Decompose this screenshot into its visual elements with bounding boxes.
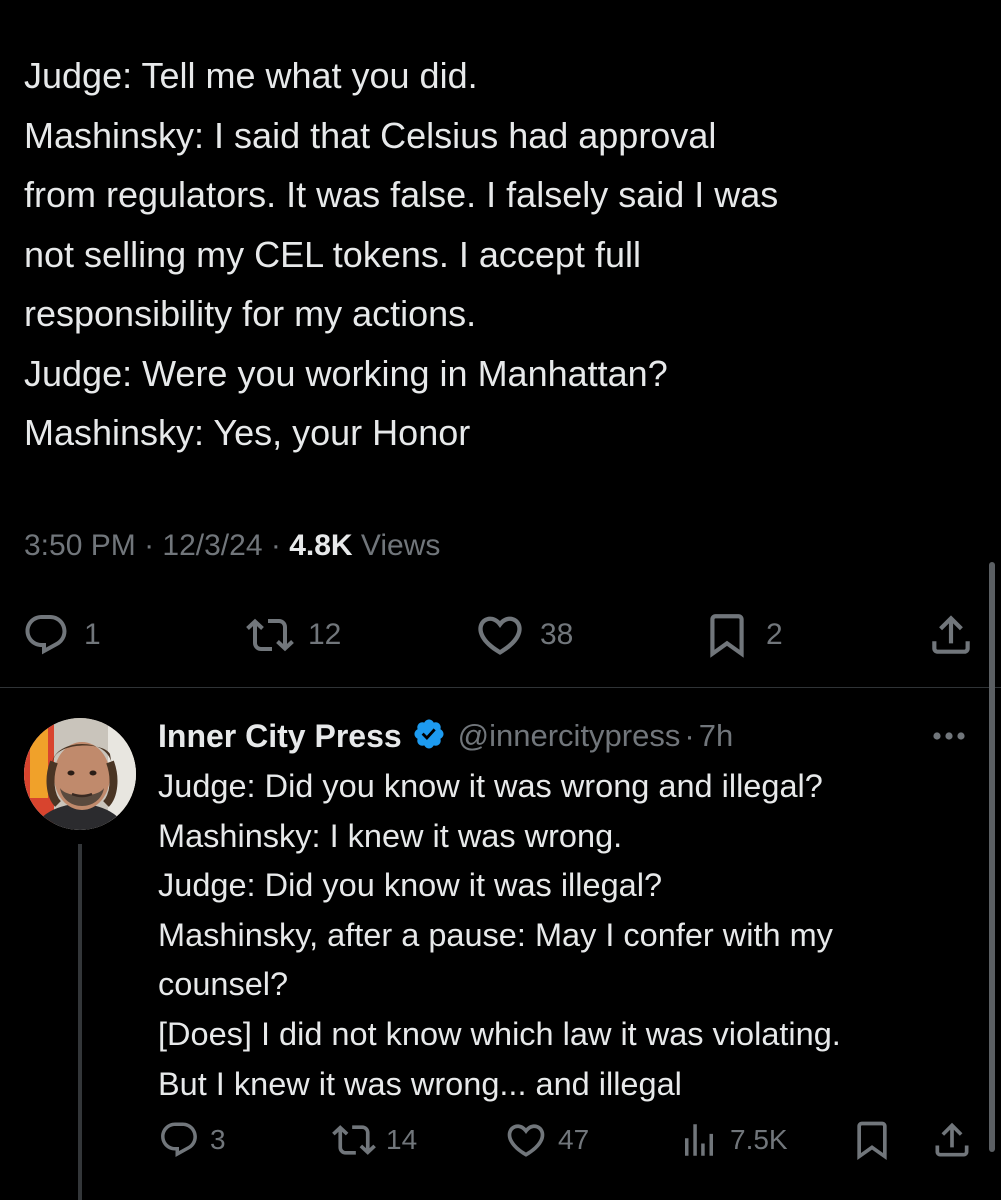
like-button[interactable]: 47 bbox=[504, 1118, 589, 1162]
reply-action-bar: 3 14 47 7.5K bbox=[0, 1118, 1001, 1162]
main-tweet-text-line: Judge: Were you working in Manhattan? bbox=[24, 352, 668, 394]
main-tweet-text: Judge: Tell me what you did. Mashinsky: … bbox=[24, 46, 974, 463]
reply-tweet-text-line: Judge: Did you know it was wrong and ill… bbox=[158, 768, 823, 804]
speech-bubble-icon bbox=[158, 1119, 200, 1161]
reply-tweet-text-line: [Does] I did not know which law it was v… bbox=[158, 1015, 841, 1052]
reply-tweet-text: Judge: Did you know it was wrong and ill… bbox=[158, 762, 988, 1109]
like-button[interactable]: 38 bbox=[474, 610, 573, 660]
tweet-meta: 3:50 PM · 12/3/24 · 4.8K Views bbox=[24, 526, 440, 566]
views-count: 4.8K bbox=[289, 529, 353, 562]
share-button[interactable] bbox=[926, 610, 976, 660]
repost-arrows-icon bbox=[246, 611, 294, 659]
reply-tweet-text-line: Mashinsky: I knew it was wrong. bbox=[158, 817, 623, 854]
share-upload-icon bbox=[926, 610, 976, 660]
reply-count: 1 bbox=[84, 618, 101, 651]
handle[interactable]: @innercitypress bbox=[458, 718, 681, 754]
repost-count: 12 bbox=[308, 618, 342, 651]
bookmark-icon bbox=[702, 610, 752, 660]
bookmark-count: 2 bbox=[766, 618, 783, 651]
reply-tweet-text-line: But I knew it was wrong... and illegal bbox=[158, 1065, 682, 1102]
views-count: 7.5K bbox=[730, 1124, 788, 1155]
bookmark-icon bbox=[850, 1118, 894, 1162]
repost-button[interactable]: 14 bbox=[332, 1118, 417, 1162]
main-tweet-text-line: not selling my CEL tokens. I accept full bbox=[24, 233, 641, 275]
tweet-date[interactable]: 12/3/24 bbox=[162, 529, 262, 562]
reply-button[interactable]: 3 bbox=[158, 1118, 226, 1162]
avatar[interactable] bbox=[24, 718, 136, 830]
share-upload-icon bbox=[930, 1118, 974, 1162]
speech-bubble-icon bbox=[22, 611, 70, 659]
bookmark-button[interactable]: 2 bbox=[702, 610, 783, 660]
header-separator: · bbox=[684, 718, 695, 753]
meta-separator: · bbox=[270, 529, 281, 562]
repost-count: 14 bbox=[386, 1124, 418, 1155]
tweet-time[interactable]: 3:50 PM bbox=[24, 529, 136, 562]
reply-count: 3 bbox=[210, 1124, 226, 1155]
time-ago[interactable]: 7h bbox=[699, 718, 733, 754]
display-name[interactable]: Inner City Press bbox=[158, 718, 402, 755]
reply-tweet-text-line: counsel? bbox=[158, 966, 289, 1003]
meta-separator: · bbox=[144, 529, 155, 562]
reply-header: Inner City Press @innercitypress · 7h bbox=[158, 716, 733, 756]
more-dots-icon[interactable] bbox=[929, 724, 969, 748]
views-button[interactable]: 7.5K bbox=[678, 1118, 788, 1162]
reply-button[interactable]: 1 bbox=[22, 610, 101, 660]
heart-icon bbox=[504, 1118, 548, 1162]
like-count: 47 bbox=[558, 1124, 590, 1155]
main-tweet-text-line: Judge: Tell me what you did. bbox=[24, 55, 478, 96]
main-tweet-text-line: from regulators. It was false. I falsely… bbox=[24, 174, 779, 215]
verified-badge-icon bbox=[412, 717, 446, 756]
main-tweet-action-bar: 1 12 38 2 bbox=[0, 610, 1001, 660]
repost-button[interactable]: 12 bbox=[246, 610, 341, 660]
main-tweet-text-line: Mashinsky: Yes, your Honor bbox=[24, 412, 471, 453]
repost-arrows-icon bbox=[332, 1118, 376, 1162]
share-button[interactable] bbox=[930, 1118, 974, 1162]
reply-tweet-text-line: Judge: Did you know it was illegal? bbox=[158, 867, 663, 904]
reply-tweet-text-line: Mashinsky, after a pause: May I confer w… bbox=[158, 916, 833, 953]
heart-icon bbox=[474, 609, 526, 661]
bookmark-button[interactable] bbox=[850, 1118, 894, 1162]
like-count: 38 bbox=[540, 618, 574, 651]
main-tweet-text-line: Mashinsky: I said that Celsius had appro… bbox=[24, 114, 717, 156]
bar-chart-icon bbox=[678, 1119, 720, 1161]
reply-tweet[interactable]: Inner City Press @innercitypress · 7h Ju… bbox=[0, 688, 1001, 1200]
views-label: Views bbox=[360, 529, 441, 562]
main-tweet-text-line: responsibility for my actions. bbox=[24, 293, 477, 334]
